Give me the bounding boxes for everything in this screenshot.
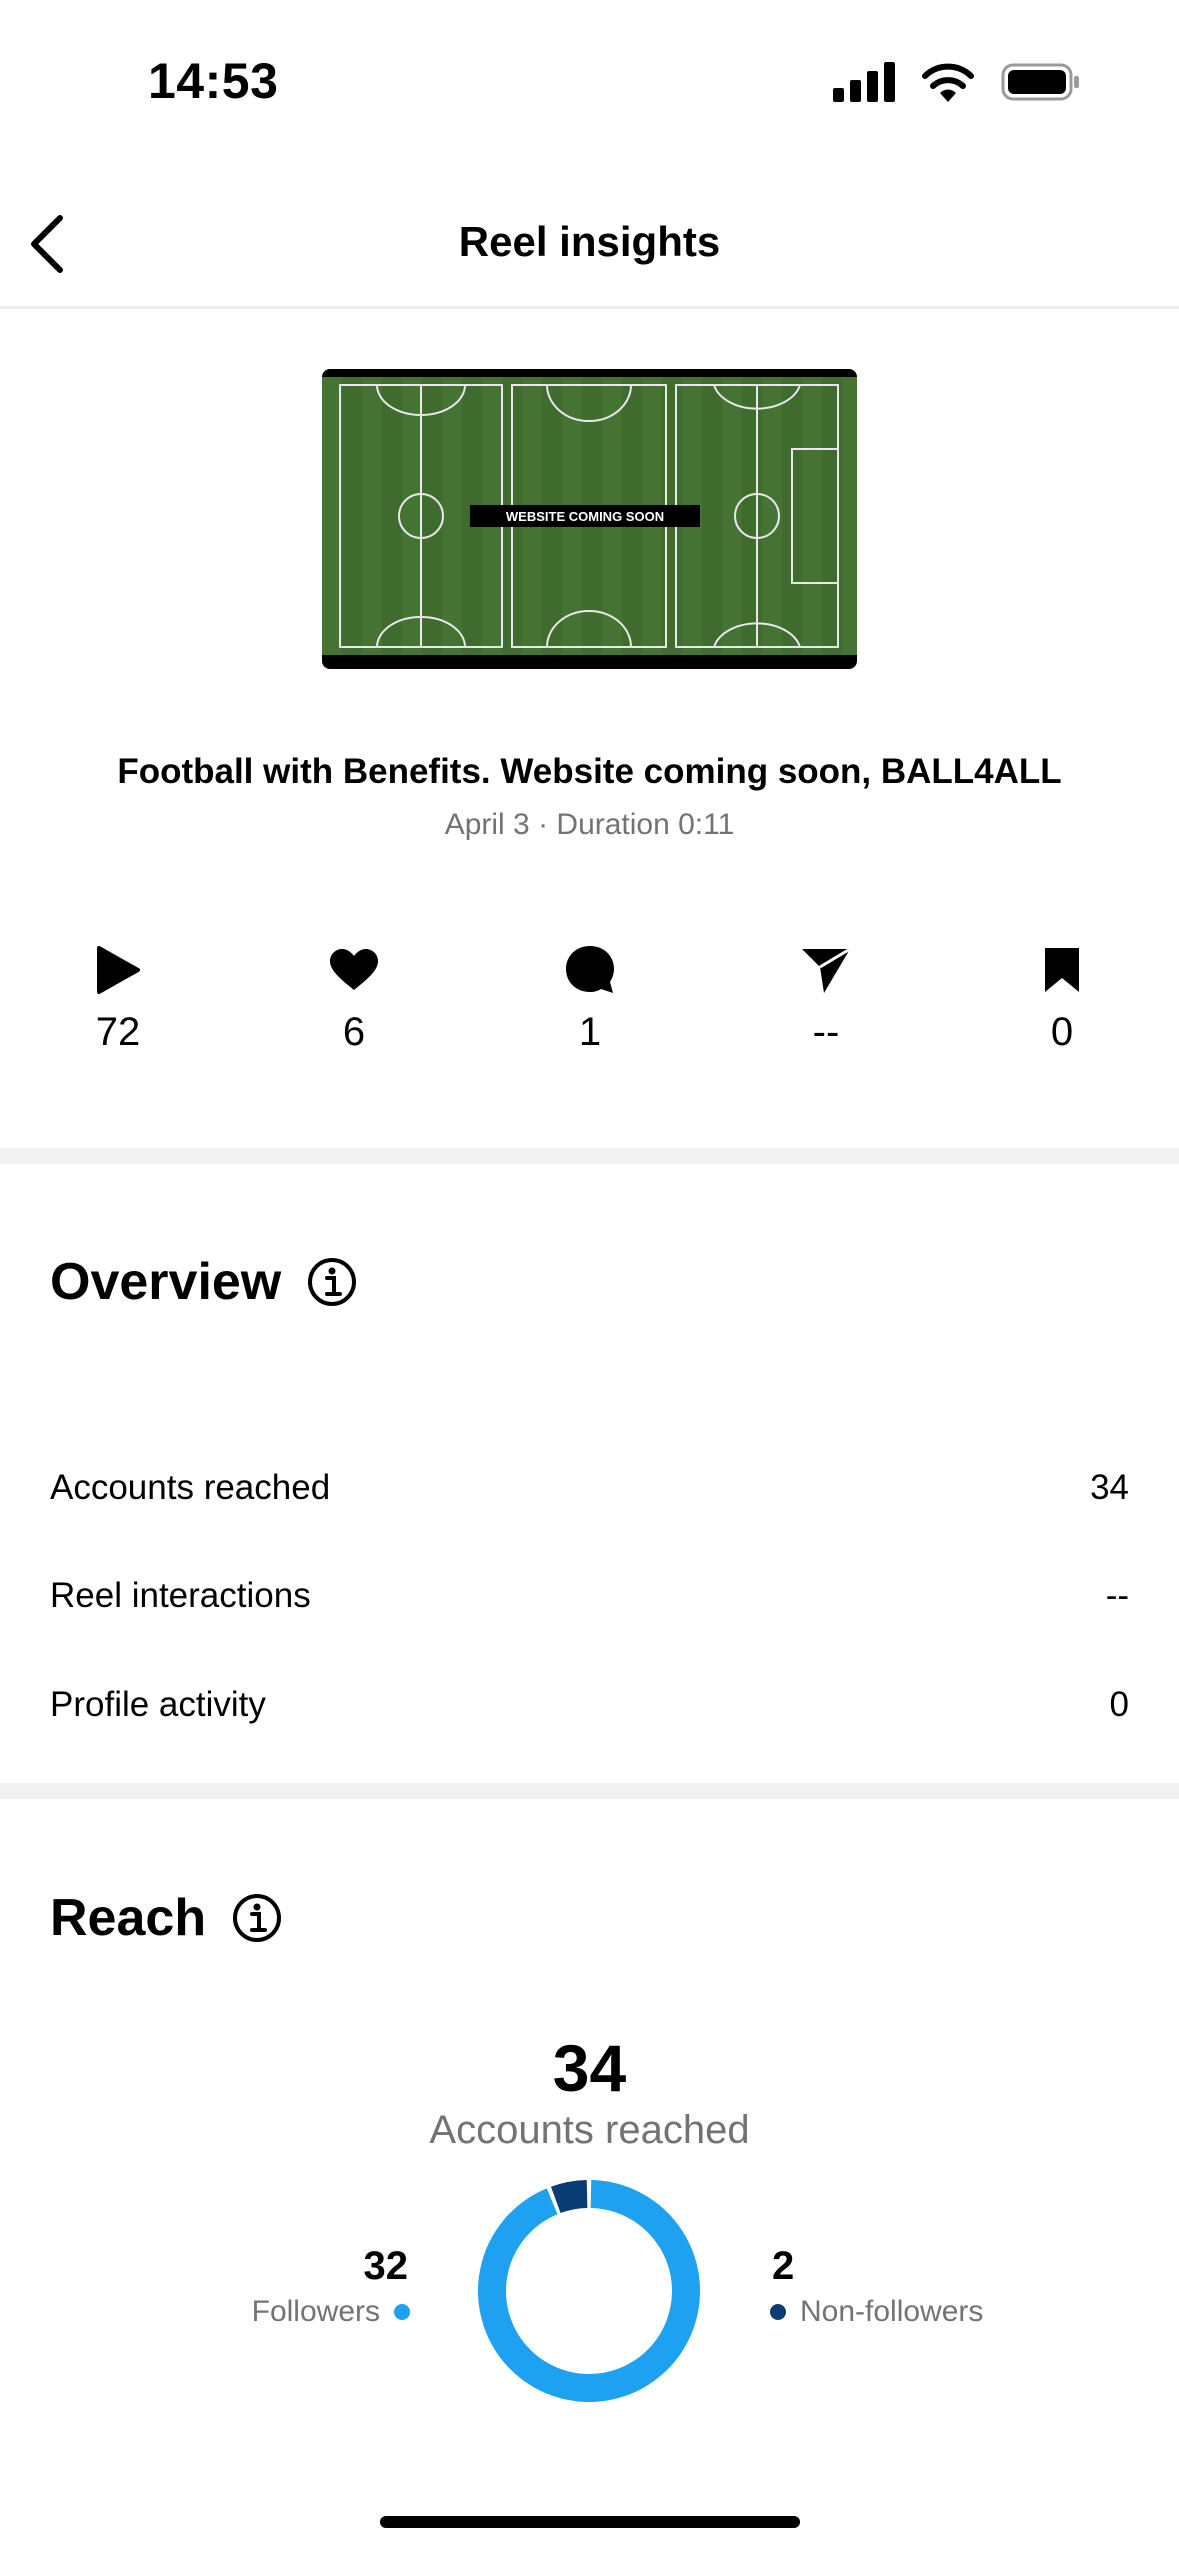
followers-label: Followers	[251, 2295, 380, 2328]
status-time: 14:53	[148, 53, 279, 109]
football-pitch-image: WEBSITE COMING SOON	[322, 377, 857, 655]
heart-icon	[330, 949, 378, 990]
page-title: Reel insights	[458, 218, 721, 265]
overview-title: Overview	[50, 1253, 282, 1311]
overview-row-label: Profile activity	[50, 1685, 266, 1724]
reach-donut-chart	[478, 2180, 700, 2402]
followers-count: 32	[363, 2244, 409, 2288]
donut-segment-non-followers	[550, 2180, 588, 2214]
non-followers-legend: 2 Non-followers	[770, 2244, 1030, 2329]
thumbnail-overlay-text: WEBSITE COMING SOON	[506, 509, 664, 524]
saves-count: 0	[1050, 1010, 1074, 1054]
section-divider	[0, 1783, 1179, 1799]
metric-plays: 72	[38, 940, 198, 1055]
overview-row-label: Accounts reached	[50, 1468, 331, 1507]
header-divider	[0, 306, 1179, 309]
overview-section-header: Overview	[50, 1252, 357, 1312]
reach-section-header: Reach	[50, 1888, 282, 1948]
home-indicator	[380, 2516, 800, 2528]
metric-shares: --	[746, 940, 906, 1055]
followers-dot	[394, 2304, 410, 2320]
overview-row-value: --	[1105, 1576, 1129, 1615]
comments-count: 1	[578, 1010, 602, 1054]
metric-likes: 6	[274, 940, 434, 1055]
likes-count: 6	[342, 1010, 366, 1054]
shares-count: --	[812, 1010, 840, 1054]
reel-title: Football with Benefits. Website coming s…	[117, 752, 1062, 791]
metric-comments: 1	[510, 940, 670, 1055]
donut-segment-followers	[478, 2180, 700, 2402]
non-followers-count: 2	[772, 2244, 795, 2288]
reel-meta: April 3 · Duration 0:11	[444, 808, 735, 841]
followers-legend: 32 Followers	[200, 2244, 410, 2329]
status-icons	[833, 62, 1081, 102]
overview-row-value: 34	[1090, 1468, 1129, 1507]
play-icon	[97, 946, 140, 994]
overview-row-label: Reel interactions	[50, 1576, 311, 1615]
reach-total: 34	[552, 2031, 627, 2105]
non-followers-dot	[770, 2304, 786, 2320]
reach-total-label: Accounts reached	[429, 2108, 750, 2152]
send-icon	[802, 947, 851, 993]
battery-icon	[1001, 63, 1079, 101]
non-followers-label: Non-followers	[800, 2295, 984, 2328]
section-divider	[0, 1148, 1179, 1164]
overview-row-value: 0	[1109, 1685, 1129, 1724]
info-icon[interactable]	[307, 1257, 357, 1307]
plays-count: 72	[95, 1010, 141, 1054]
metric-saves: 0	[982, 940, 1142, 1055]
reel-thumbnail[interactable]: WEBSITE COMING SOON	[322, 369, 857, 669]
info-icon[interactable]	[232, 1893, 282, 1943]
comment-icon	[566, 946, 614, 993]
wifi-icon	[922, 63, 974, 102]
bookmark-icon	[1045, 948, 1079, 992]
cellular-signal-icon	[833, 62, 895, 102]
reach-title: Reach	[50, 1889, 207, 1947]
